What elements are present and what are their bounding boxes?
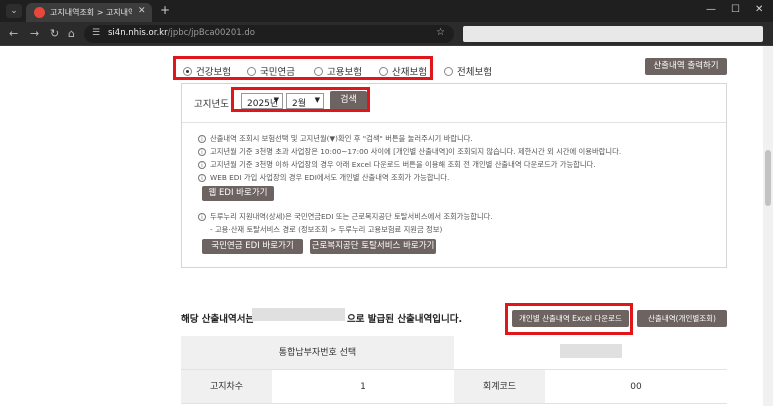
url-text: si4n.nhis.or.kr/jpbc/jpBca00201.do bbox=[108, 28, 255, 38]
result-title-suffix: 으로 발급된 산출내역입니다. bbox=[347, 314, 463, 325]
notice-year-label: 고지년도 bbox=[194, 99, 229, 110]
info-line: i WEB EDI 가입 사업장의 경우 EDI에서도 개인별 산출내역 조회가 … bbox=[198, 173, 449, 183]
page-content: 건강보험 국민연금 고용보험 산재보험 전체보험 산출내역 출력하기 고지년도 … bbox=[0, 46, 763, 406]
tab-close-icon[interactable]: ✕ bbox=[138, 6, 146, 16]
new-tab-icon[interactable]: + bbox=[160, 3, 170, 17]
web-edi-button[interactable]: 웹 EDI 바로가기 bbox=[202, 186, 274, 201]
close-window-icon[interactable]: ✕ bbox=[755, 4, 763, 15]
radio-empty-icon bbox=[444, 67, 453, 76]
personal-calc-button[interactable]: 산출내역(개인별조회) bbox=[637, 310, 727, 327]
reload-icon[interactable]: ↻ bbox=[50, 27, 59, 40]
info-icon: i bbox=[198, 174, 206, 182]
info-line: i 고지년월 기준 3천명 이하 사업장의 경우 아래 Excel 다운로드 버튼… bbox=[198, 160, 596, 170]
payer-number-label: 통합납부자번호 선택 bbox=[181, 336, 454, 370]
maximize-icon[interactable]: ☐ bbox=[731, 4, 740, 15]
minimize-icon[interactable]: — bbox=[706, 4, 716, 15]
scrollbar-thumb[interactable] bbox=[765, 150, 771, 206]
info-icon: i bbox=[198, 161, 206, 169]
tab-title: 고지내역조회 > 고지내역 > 청 bbox=[50, 8, 132, 17]
info-icon: i bbox=[198, 135, 206, 143]
result-title-prefix: 해당 산출내역서는 bbox=[181, 314, 255, 325]
browser-tab[interactable]: 고지내역조회 > 고지내역 > 청 ✕ bbox=[26, 3, 152, 22]
site-info-icon[interactable]: ☰ bbox=[92, 28, 100, 38]
result-table: 통합납부자번호 선택 고지차수 1 회계코드 00 bbox=[181, 336, 727, 406]
account-code-label: 회계코드 bbox=[454, 370, 545, 404]
highlight-insurance-types bbox=[173, 56, 433, 80]
back-icon[interactable]: ← bbox=[9, 27, 18, 40]
masked-toolbar-area bbox=[463, 26, 763, 42]
highlight-search-controls bbox=[231, 87, 370, 112]
notice-order-value: 1 bbox=[272, 370, 454, 404]
notice-order-label: 고지차수 bbox=[181, 370, 272, 404]
info-line: i 두루누리 지원내역(상세)은 국민연금EDI 또는 근로복지공단 토탈서비스에… bbox=[198, 212, 493, 222]
payer-number-cell bbox=[454, 336, 727, 370]
bookmark-star-icon[interactable]: ☆ bbox=[436, 27, 445, 38]
browser-tab-strip: ⌄ 고지내역조회 > 고지내역 > 청 ✕ + — ☐ ✕ bbox=[0, 0, 773, 22]
print-calc-button[interactable]: 산출내역 출력하기 bbox=[645, 58, 727, 75]
info-block: i 산출내역 조회시 보험선택 및 고지년월(▼)확인 후 "검색" 버튼을 눌러… bbox=[182, 122, 726, 268]
info-icon: i bbox=[198, 148, 206, 156]
info-subline: - 고용·산재 토탈서비스 경로 (정보조회 > 두루누리 고용보험료 지원금 … bbox=[210, 225, 443, 234]
forward-icon[interactable]: → bbox=[30, 27, 39, 40]
home-icon[interactable]: ⌂ bbox=[68, 27, 75, 40]
comwel-total-service-button[interactable]: 근로복지공단 토탈서비스 바로가기 bbox=[310, 239, 436, 254]
info-line: i 고지년월 기준 3천명 초과 사업장은 10:00~17:00 사이에 [개인… bbox=[198, 147, 621, 157]
url-input[interactable]: ☰ si4n.nhis.or.kr/jpbc/jpBca00201.do ☆ bbox=[84, 25, 454, 43]
highlight-excel-button bbox=[505, 303, 633, 335]
page-scrollbar[interactable] bbox=[763, 46, 773, 406]
account-code-value: 00 bbox=[545, 370, 727, 404]
payer-number-select[interactable] bbox=[560, 344, 622, 358]
tab-search-chevron-icon[interactable]: ⌄ bbox=[6, 4, 22, 18]
radio-all-insurance[interactable]: 전체보험 bbox=[444, 64, 492, 78]
masked-company-name bbox=[252, 308, 345, 321]
nps-edi-button[interactable]: 국민연금 EDI 바로가기 bbox=[202, 239, 303, 254]
address-bar-row: ← → ↻ ⌂ ☰ si4n.nhis.or.kr/jpbc/jpBca0020… bbox=[0, 22, 773, 46]
info-line: i 산출내역 조회시 보험선택 및 고지년월(▼)확인 후 "검색" 버튼을 눌러… bbox=[198, 134, 473, 144]
site-favicon-icon bbox=[34, 7, 45, 18]
info-icon: i bbox=[198, 213, 206, 221]
